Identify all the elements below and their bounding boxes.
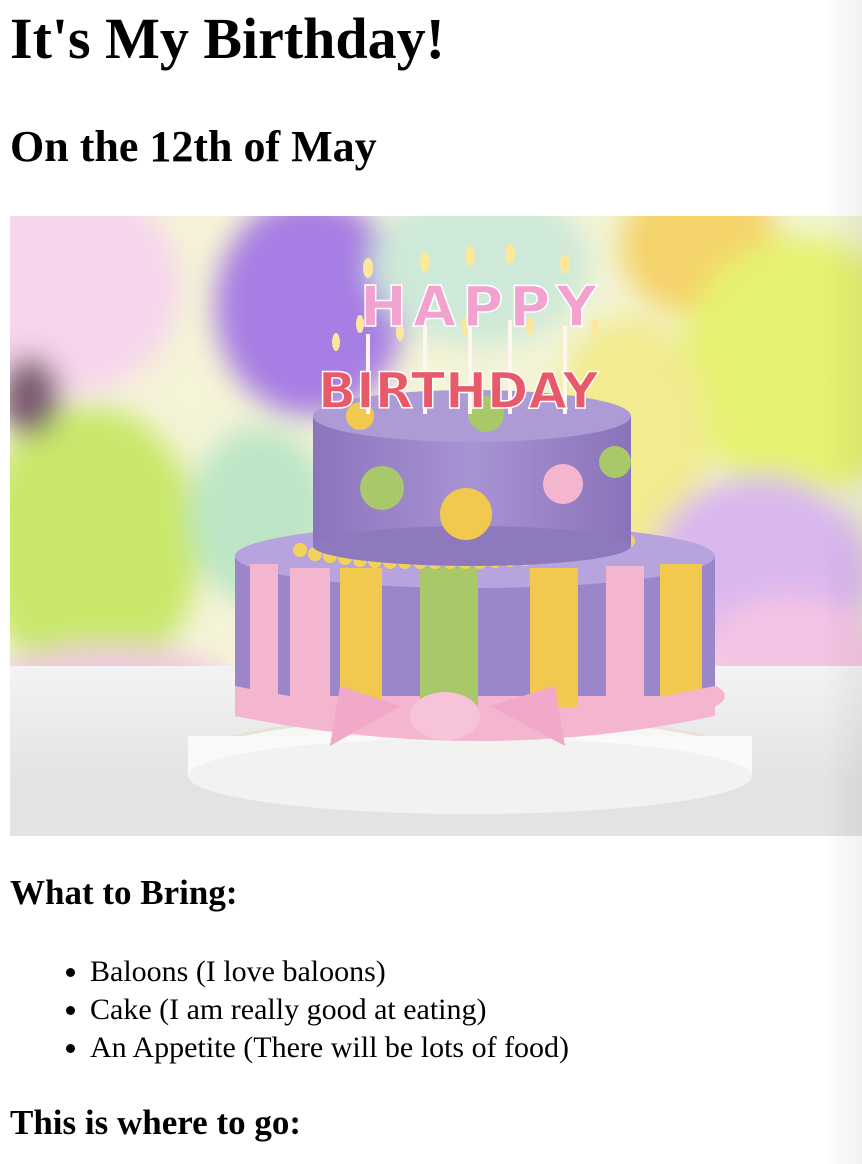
- cake-birthday-letters: BIRTHDAY: [318, 362, 599, 420]
- list-item: An Appetite (There will be lots of food): [90, 1029, 569, 1067]
- what-to-bring-heading: What to Bring:: [10, 873, 238, 912]
- page-subtitle: On the 12th of May: [10, 122, 377, 171]
- birthday-cake-image: HAPPY BIRTHDAY: [10, 216, 862, 836]
- cake-happy-letters: HAPPY: [360, 275, 603, 340]
- page-title: It's My Birthday!: [10, 6, 445, 71]
- bring-list: Baloons (I love baloons) Cake (I am real…: [10, 953, 569, 1067]
- list-item: Cake (I am really good at eating): [90, 991, 569, 1029]
- where-to-go-heading: This is where to go:: [10, 1103, 302, 1142]
- list-item: Baloons (I love baloons): [90, 953, 569, 991]
